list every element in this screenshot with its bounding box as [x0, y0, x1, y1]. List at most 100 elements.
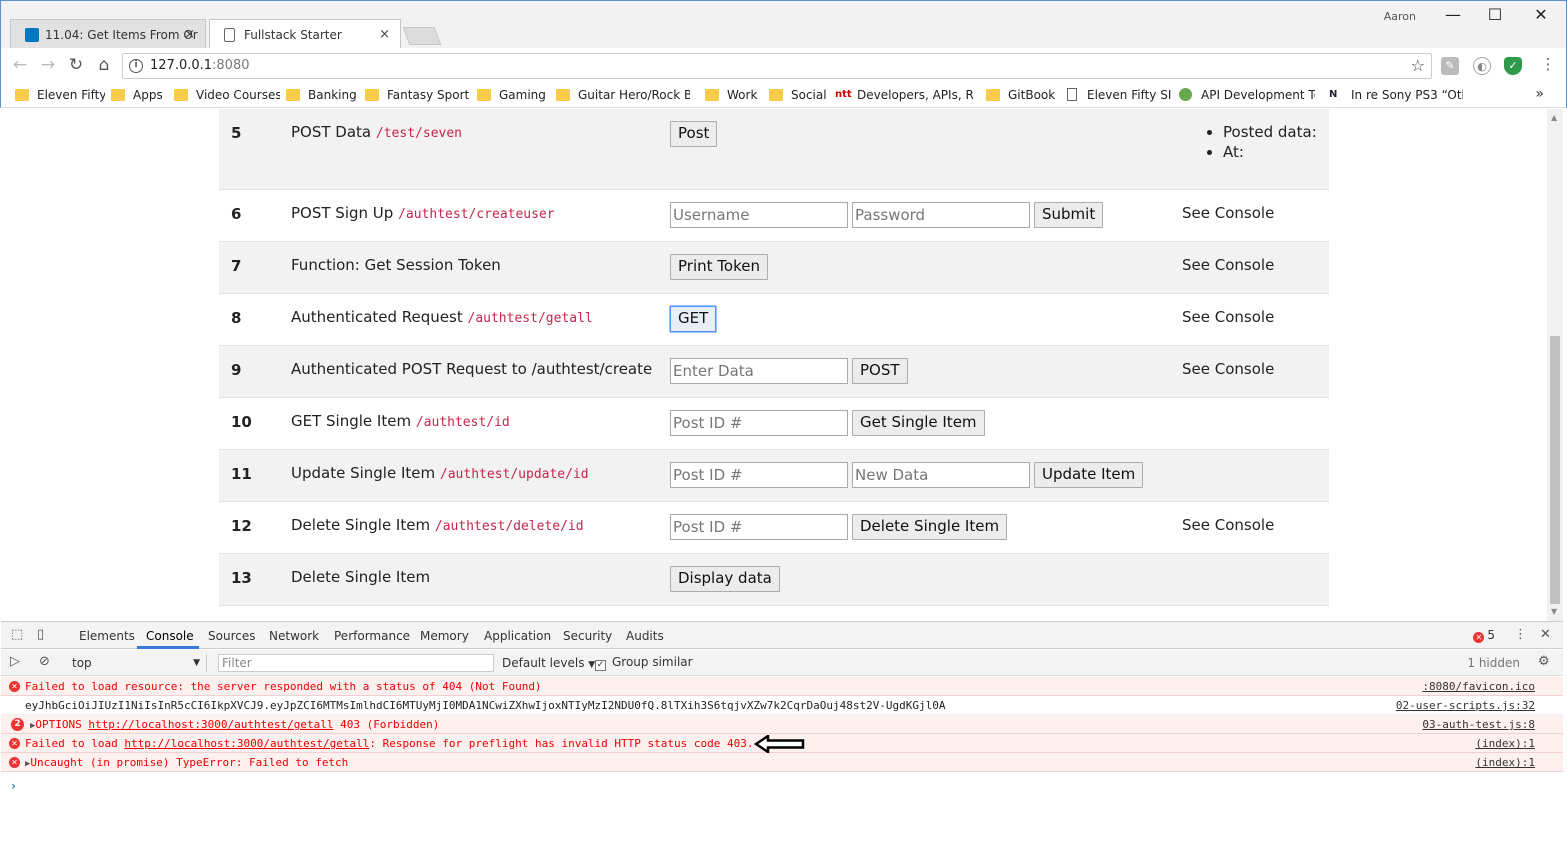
bookmark-developers-apis[interactable]: nttDevelopers, APIs, RSS [835, 88, 973, 106]
bookmarks-bar: Eleven Fifty Apps Video Courses Banking … [0, 84, 1567, 108]
scroll-down-icon[interactable]: ▼ [1551, 607, 1557, 616]
devtools-menu-icon[interactable]: ⋮ [1514, 627, 1527, 642]
maximize-button[interactable]: ☐ [1475, 5, 1515, 24]
shield-icon[interactable]: ✓ [1504, 57, 1522, 75]
bookmark-gaming[interactable]: Gaming [477, 88, 549, 106]
tab-memory[interactable]: Memory [420, 629, 469, 643]
reload-icon[interactable]: ↻ [65, 55, 87, 75]
tab-audits[interactable]: Audits [626, 629, 664, 643]
tab-fullstack-starter[interactable]: Fullstack Starter × [209, 19, 401, 49]
close-window-button[interactable]: ✕ [1521, 5, 1561, 24]
posted-data-item: Posted data: [1223, 123, 1317, 141]
minimize-button[interactable]: — [1433, 5, 1473, 24]
bookmark-video-courses[interactable]: Video Courses [174, 88, 280, 106]
post-id-input[interactable]: Post ID # [670, 410, 848, 436]
tab-title: Fullstack Starter [244, 28, 342, 42]
row-controls: Post ID # Get Single Item [670, 410, 985, 436]
tab-security[interactable]: Security [563, 629, 612, 643]
close-tab-icon[interactable]: × [184, 20, 195, 49]
bookmark-api-development[interactable]: API Development Too [1179, 88, 1315, 106]
source-link[interactable]: 03-auth-test.js:8 [1422, 715, 1535, 734]
close-tab-icon[interactable]: × [379, 20, 390, 49]
request-url-link[interactable]: http://localhost:3000/authtest/getall [124, 737, 369, 750]
bookmark-banking[interactable]: Banking [286, 88, 358, 106]
info-icon[interactable]: i [129, 59, 143, 73]
source-link[interactable]: (index):1 [1475, 734, 1535, 753]
bookmark-guitar-hero[interactable]: Guitar Hero/Rock Bar [556, 88, 690, 106]
page-viewport: 5 POST Data /test/seven Post Posted data… [1, 109, 1547, 621]
inspect-element-icon[interactable]: ⬚ [11, 627, 23, 642]
post-button[interactable]: Post [670, 121, 718, 147]
tab-sources[interactable]: Sources [208, 629, 255, 643]
bookmark-eleven-fifty-sis[interactable]: Eleven Fifty SIS [1065, 88, 1171, 106]
page-scrollbar[interactable]: ▲ ▼ [1547, 109, 1563, 621]
close-devtools-icon[interactable]: ✕ [1540, 627, 1551, 642]
tab-application[interactable]: Application [484, 629, 551, 643]
source-link[interactable]: :8080/favicon.ico [1422, 677, 1535, 696]
folder-icon [705, 89, 719, 101]
post-id-input[interactable]: Post ID # [670, 462, 848, 488]
username-input[interactable]: Username [670, 202, 848, 228]
more-bookmarks-icon[interactable]: » [1535, 86, 1544, 102]
console-filter-input[interactable]: Filter [218, 654, 494, 672]
bookmark-apps[interactable]: Apps [111, 88, 171, 106]
display-data-button[interactable]: Display data [670, 566, 780, 592]
group-similar-checkbox[interactable]: ✓ Group similar [595, 655, 693, 671]
clear-console-icon[interactable]: ⊘ [39, 654, 50, 669]
folder-icon [477, 89, 491, 101]
scrollbar-thumb[interactable] [1550, 336, 1560, 604]
tab-performance[interactable]: Performance [334, 629, 410, 643]
source-link[interactable]: 02-user-scripts.js:32 [1396, 696, 1535, 715]
enter-data-input[interactable]: Enter Data [670, 358, 848, 384]
bookmark-social[interactable]: Social [769, 88, 829, 106]
print-token-button[interactable]: Print Token [670, 254, 768, 280]
row-number: 6 [231, 205, 242, 223]
submit-button[interactable]: Submit [1034, 202, 1104, 228]
row-description: Delete Single Item [291, 568, 431, 586]
forward-arrow-icon[interactable]: → [37, 55, 59, 75]
post-id-input[interactable]: Post ID # [670, 514, 848, 540]
log-levels-dropdown[interactable]: Default levels ▼ [502, 656, 595, 670]
password-input[interactable]: Password [852, 202, 1030, 228]
bookmark-sony-ps3[interactable]: NIn re Sony PS3 “Othe [1329, 88, 1463, 106]
get-button[interactable]: GET [670, 306, 717, 332]
sidebar-toggle-icon[interactable]: ▷ [10, 654, 20, 669]
home-icon[interactable]: ⌂ [93, 55, 115, 75]
bookmark-gitbook[interactable]: GitBook [986, 88, 1056, 106]
device-toolbar-icon[interactable]: ▯ [37, 627, 44, 642]
scroll-up-icon[interactable]: ▲ [1551, 113, 1557, 122]
profile-name[interactable]: Aaron [1384, 10, 1416, 23]
address-bar[interactable]: i 127.0.0.1:8080 ☆ [122, 53, 1432, 79]
request-url-link[interactable]: http://localhost:3000/authtest/getall [88, 718, 333, 731]
extension-icon[interactable]: ◐ [1473, 57, 1491, 75]
error-count-badge[interactable]: ✕ 5 [1473, 628, 1495, 643]
source-link[interactable]: (index):1 [1475, 753, 1535, 772]
context-select[interactable]: top ▼ [67, 654, 207, 672]
post-create-button[interactable]: POST [852, 358, 908, 384]
tab-console[interactable]: Console [146, 629, 194, 643]
menu-dots-icon[interactable]: ⋮ [1537, 55, 1559, 73]
tab-elements[interactable]: Elements [79, 629, 135, 643]
annotation-arrow-icon [754, 735, 805, 753]
table-row: 7 Function: Get Session Token Print Toke… [219, 242, 1329, 294]
bookmark-star-icon[interactable]: ☆ [1411, 56, 1425, 75]
get-single-item-button[interactable]: Get Single Item [852, 410, 985, 436]
row-controls: Post ID # Delete Single Item [670, 514, 1008, 540]
back-arrow-icon[interactable]: ← [9, 55, 31, 75]
new-tab-button[interactable] [402, 27, 442, 45]
bookmark-work[interactable]: Work [705, 88, 765, 106]
bookmark-fantasy-sports[interactable]: Fantasy Sports [365, 88, 469, 106]
update-item-button[interactable]: Update Item [1034, 462, 1144, 488]
table-row: 10 GET Single Item /authtest/id Post ID … [219, 398, 1329, 450]
pdf-extension-icon[interactable]: ✎ [1441, 57, 1459, 75]
row-number: 8 [231, 309, 242, 327]
folder-icon [15, 89, 29, 101]
tab-trello[interactable]: 11.04: Get Items From Or × [10, 19, 206, 49]
gear-icon[interactable]: ⚙ [1538, 654, 1550, 669]
tab-network[interactable]: Network [269, 629, 319, 643]
delete-single-item-button[interactable]: Delete Single Item [852, 514, 1008, 540]
bookmark-eleven-fifty[interactable]: Eleven Fifty [15, 88, 105, 106]
console-prompt-icon[interactable]: › [11, 779, 16, 793]
new-data-input[interactable]: New Data [852, 462, 1030, 488]
devtools-tab-bar: ⬚ ▯ Elements Console Sources Network Per… [1, 622, 1563, 649]
